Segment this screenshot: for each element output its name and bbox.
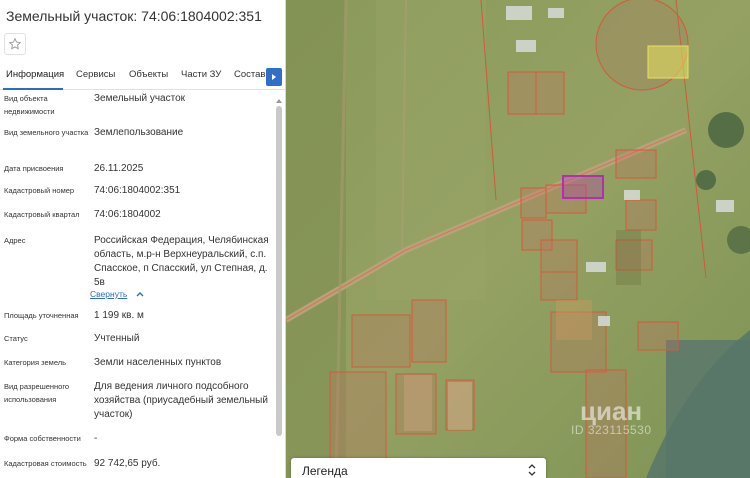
field-label: Дата присвоения [4,164,64,173]
field-value: 74:06:1804002 [94,209,161,220]
legend-panel[interactable]: Легенда [291,458,546,478]
field-value: Землепользование [94,127,184,138]
chevron-up-icon[interactable] [136,291,144,297]
map-canvas[interactable] [286,0,750,478]
tab-parts[interactable]: Части ЗУ [181,69,221,80]
page-title: Земельный участок: 74:06:1804002:351 [6,8,262,24]
field-label: Статус [4,334,28,343]
chevron-right-icon [272,74,276,80]
field-label: Форма собственности [4,434,81,443]
favorite-button[interactable] [4,33,26,55]
field-label: Вид разрешенного использования [4,382,70,404]
field-value: 74:06:1804002:351 [94,185,181,196]
active-tab-indicator [3,88,63,90]
field-label: Вид объекта недвижимости [4,94,55,116]
info-panel: Земельный участок: 74:06:1804002:351 Инф… [0,0,286,478]
tab-bar: Информация Сервисы Объекты Части ЗУ Сост… [0,64,285,90]
scrollbar-thumb[interactable] [276,106,282,436]
satellite-map[interactable] [286,0,750,478]
collapse-link[interactable]: Свернуть [90,289,127,299]
legend-title: Легенда [302,464,348,478]
field-label: Кадастровый номер [4,186,75,195]
tab-objects[interactable]: Объекты [129,69,168,80]
watermark-id: ID 323115530 [571,423,652,437]
field-value: Российская Федерация, Челябинская област… [94,235,269,288]
field-label: Кадастровая стоимость [4,459,87,468]
field-value: Земли населенных пунктов [94,357,222,368]
field-value: 26.11.2025 [94,163,144,174]
scroll-up-arrow-icon[interactable] [276,98,282,104]
highlight-parcel [647,45,689,79]
field-value: 1 199 кв. м [94,310,144,321]
tab-info[interactable]: Информация [6,69,64,80]
field-label: Кадастровый квартал [4,210,80,219]
field-value: Для ведения личного подсобного хозяйства… [94,381,268,420]
tab-services[interactable]: Сервисы [76,69,115,80]
field-label: Категория земель [4,358,67,367]
field-value: Учтенный [94,333,140,344]
field-label: Площадь уточненная [4,311,79,320]
tabs-scroll-right-button[interactable] [266,68,282,86]
field-label: Вид земельного участка [4,128,89,137]
field-value: 92 742,65 руб. [94,458,161,469]
selected-parcel[interactable] [562,175,604,199]
tab-composition[interactable]: Состав [234,69,265,80]
field-value: - [94,433,98,444]
field-value: Земельный участок [94,93,186,104]
expand-collapse-icon[interactable] [527,463,537,477]
field-label: Адрес [4,236,26,245]
star-icon [8,37,22,50]
